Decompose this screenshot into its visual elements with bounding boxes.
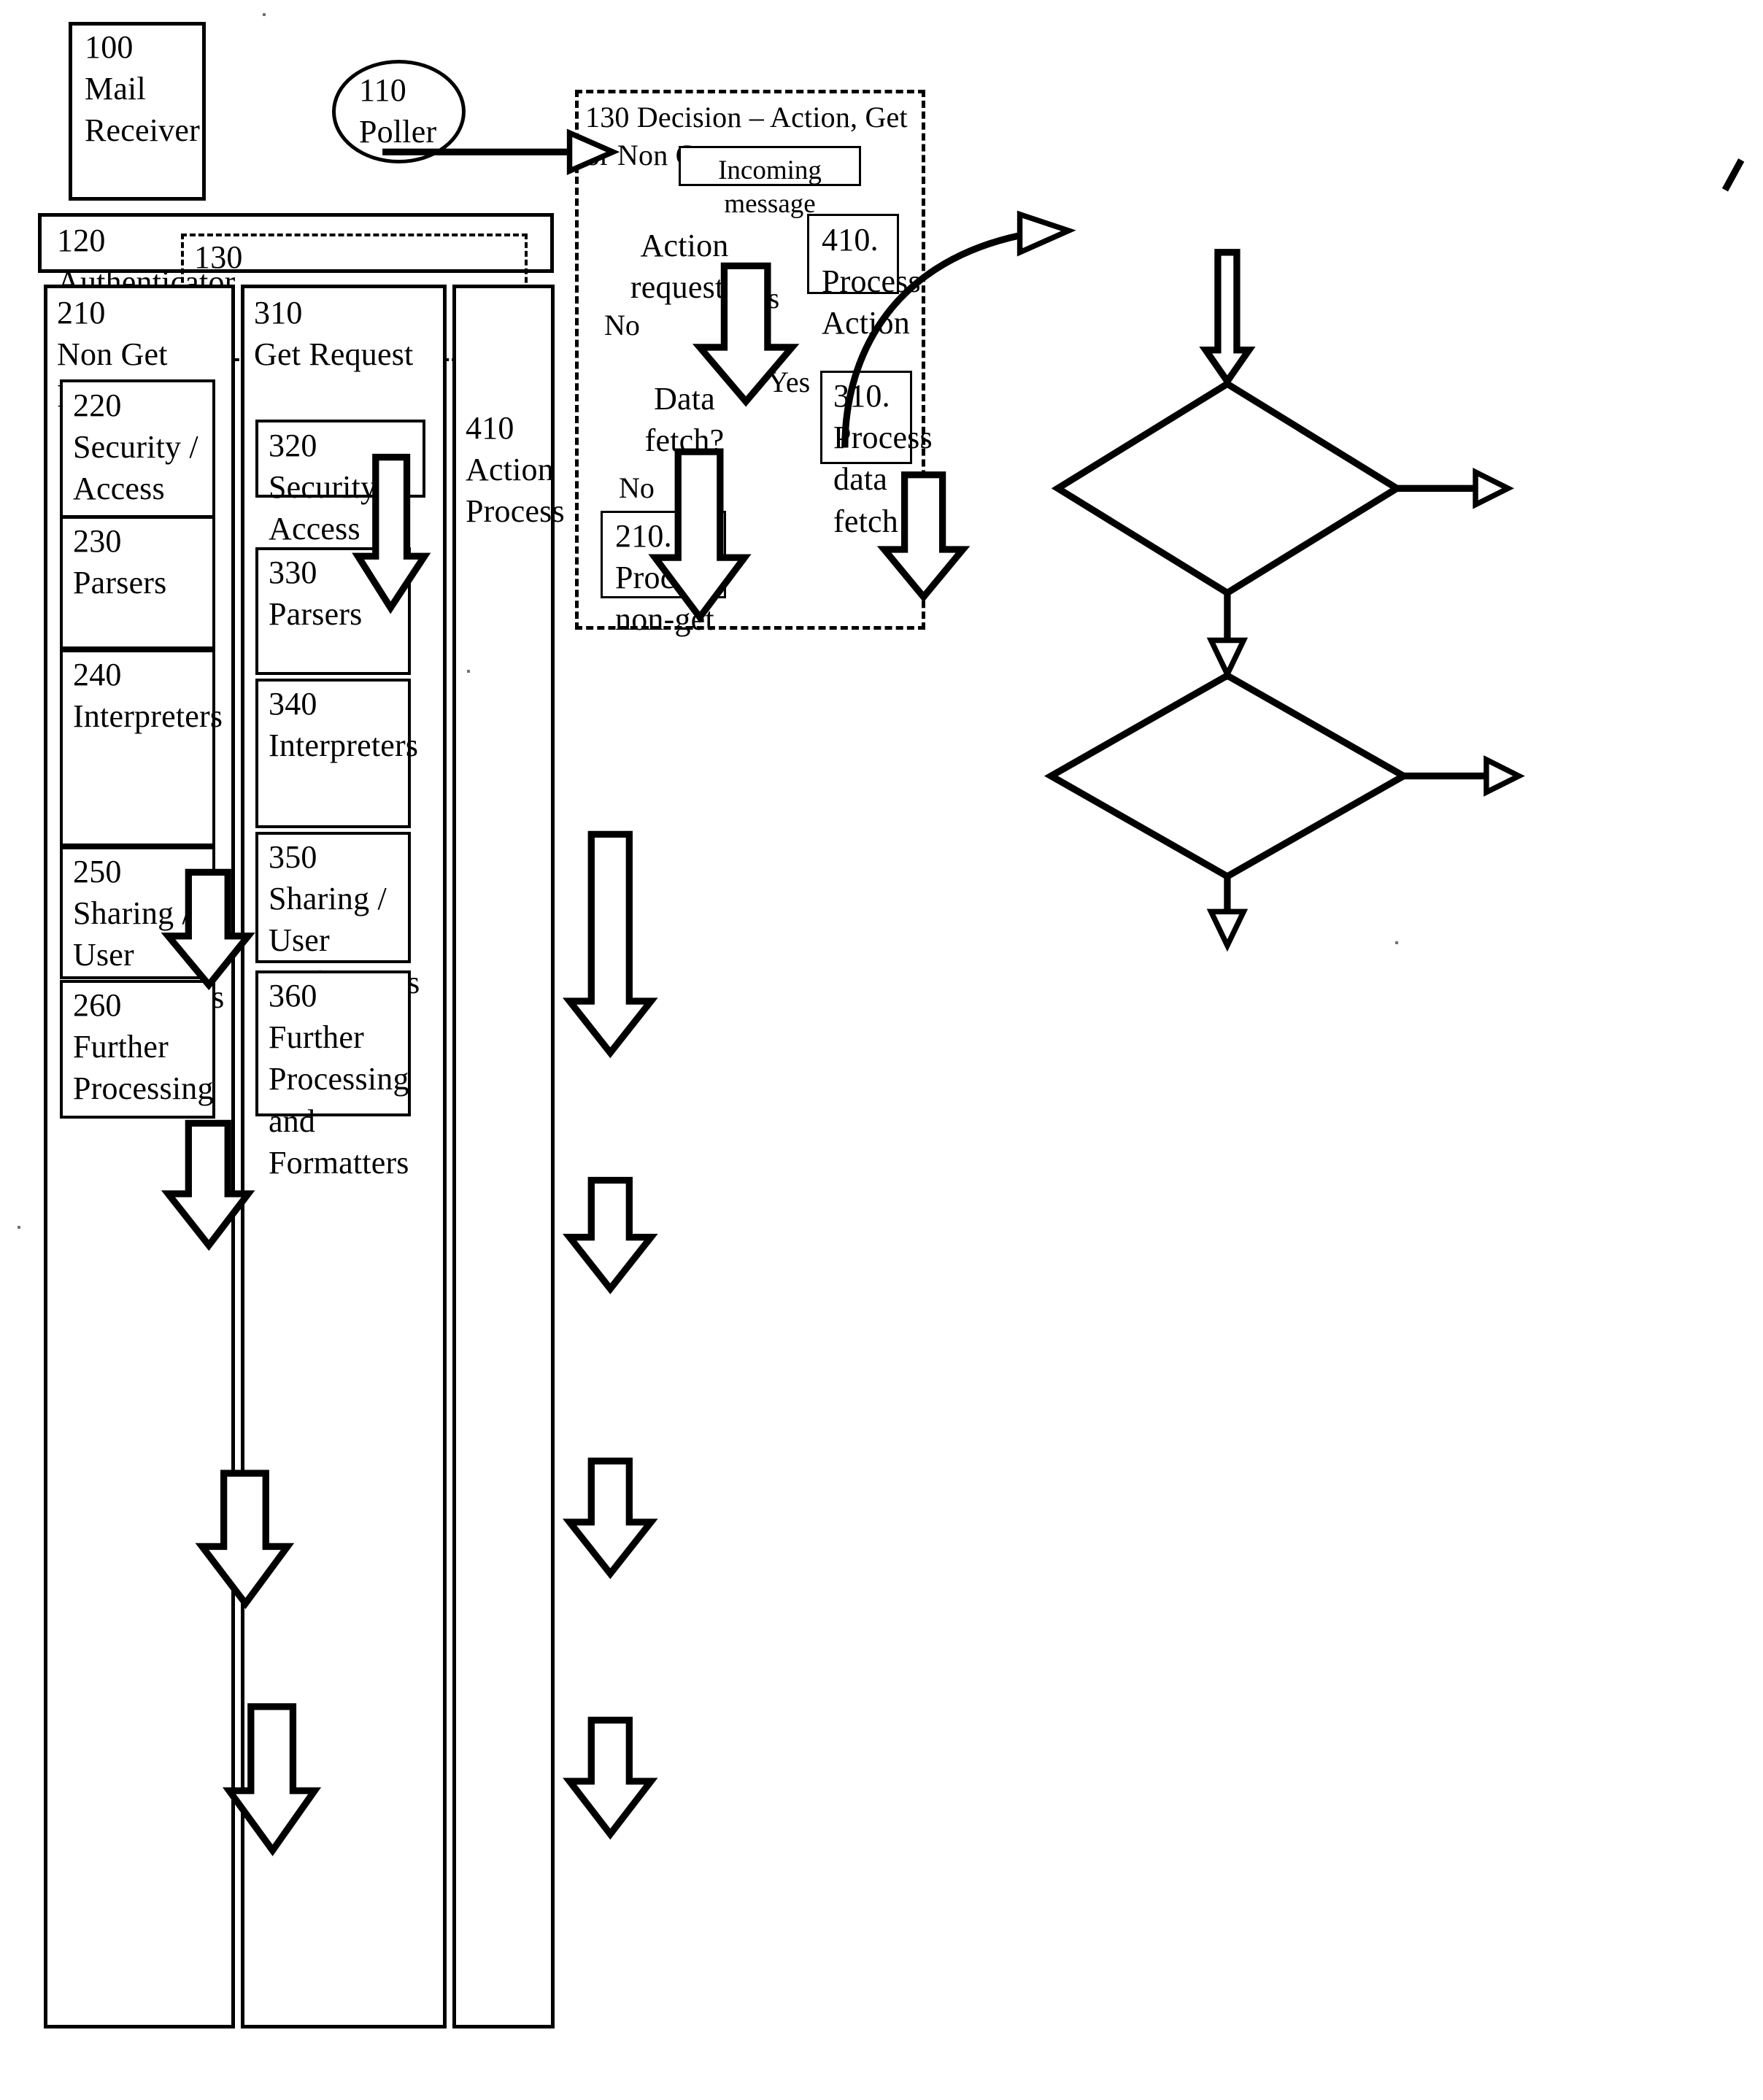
- node-410-process-action-label: 410. Process Action: [822, 222, 921, 341]
- edge-label-action-yes: Yes: [737, 282, 780, 314]
- node-poller-label: 110 Poller: [359, 72, 437, 150]
- column-get-request-label: 310 Get Request: [254, 295, 414, 373]
- node-240-label: 240 Interpreters: [73, 657, 223, 735]
- scan-speck: [467, 670, 470, 673]
- node-310-process-data-fetch-label: 310. Process data fetch: [833, 378, 933, 539]
- scan-speck: [263, 13, 266, 16]
- node-320-label: 320 Security / Access: [269, 428, 394, 547]
- arrow-action-no-to-data-fetch: [1206, 592, 1249, 681]
- arrow-action-yes-to-410: [1397, 467, 1514, 509]
- arrow-fetch-yes-to-310: [1403, 755, 1525, 797]
- node-incoming-message-label: Incoming message: [718, 155, 822, 220]
- diamond-data-fetch: [1043, 671, 1411, 881]
- edge-label-fetch-yes: Yes: [768, 366, 811, 398]
- node-mail-receiver-label: 100 Mail Receiver: [85, 29, 200, 149]
- region-130-label: 130: [194, 239, 243, 275]
- edge-label-fetch-no: No: [619, 471, 655, 504]
- stray-mark: [1721, 158, 1745, 192]
- node-210-process-non-get-label: 210. Process non-get: [615, 518, 714, 638]
- block-arrow-350-to-360: [563, 1716, 658, 1840]
- scan-speck: [1395, 941, 1398, 944]
- node-260-label: 260 Further Processing: [73, 987, 214, 1107]
- node-340-label: 340 Interpreters: [269, 686, 419, 764]
- arrow-fetch-no-to-210: [1206, 876, 1249, 952]
- diagram-canvas: 100 Mail Receiver 110 Poller 120 Authent…: [0, 0, 1763, 2100]
- edge-label-action-no: No: [604, 309, 640, 341]
- diamond-data-fetch-label: Data fetch?: [644, 381, 725, 459]
- node-220-label: 220 Security / Access: [73, 387, 198, 507]
- column-action-process-label: 410 Action Process: [466, 410, 565, 530]
- node-230-label: 230 Parsers: [73, 523, 167, 601]
- scan-speck: [452, 1853, 455, 1856]
- node-330-label: 330 Parsers: [269, 555, 363, 633]
- block-arrow-340-to-350: [562, 1457, 658, 1580]
- diamond-action-request-label: Action request?: [630, 228, 739, 306]
- node-360-label: 360 Further Processing and Formatters: [269, 978, 409, 1181]
- block-arrow-330-to-340: [562, 1176, 658, 1294]
- scan-speck: [18, 1226, 20, 1229]
- block-arrow-into-action-diamond: [1199, 249, 1256, 387]
- diamond-action-request: [1051, 379, 1404, 597]
- block-arrow-320-to-330: [562, 830, 658, 1059]
- column-action-process: [452, 285, 555, 2028]
